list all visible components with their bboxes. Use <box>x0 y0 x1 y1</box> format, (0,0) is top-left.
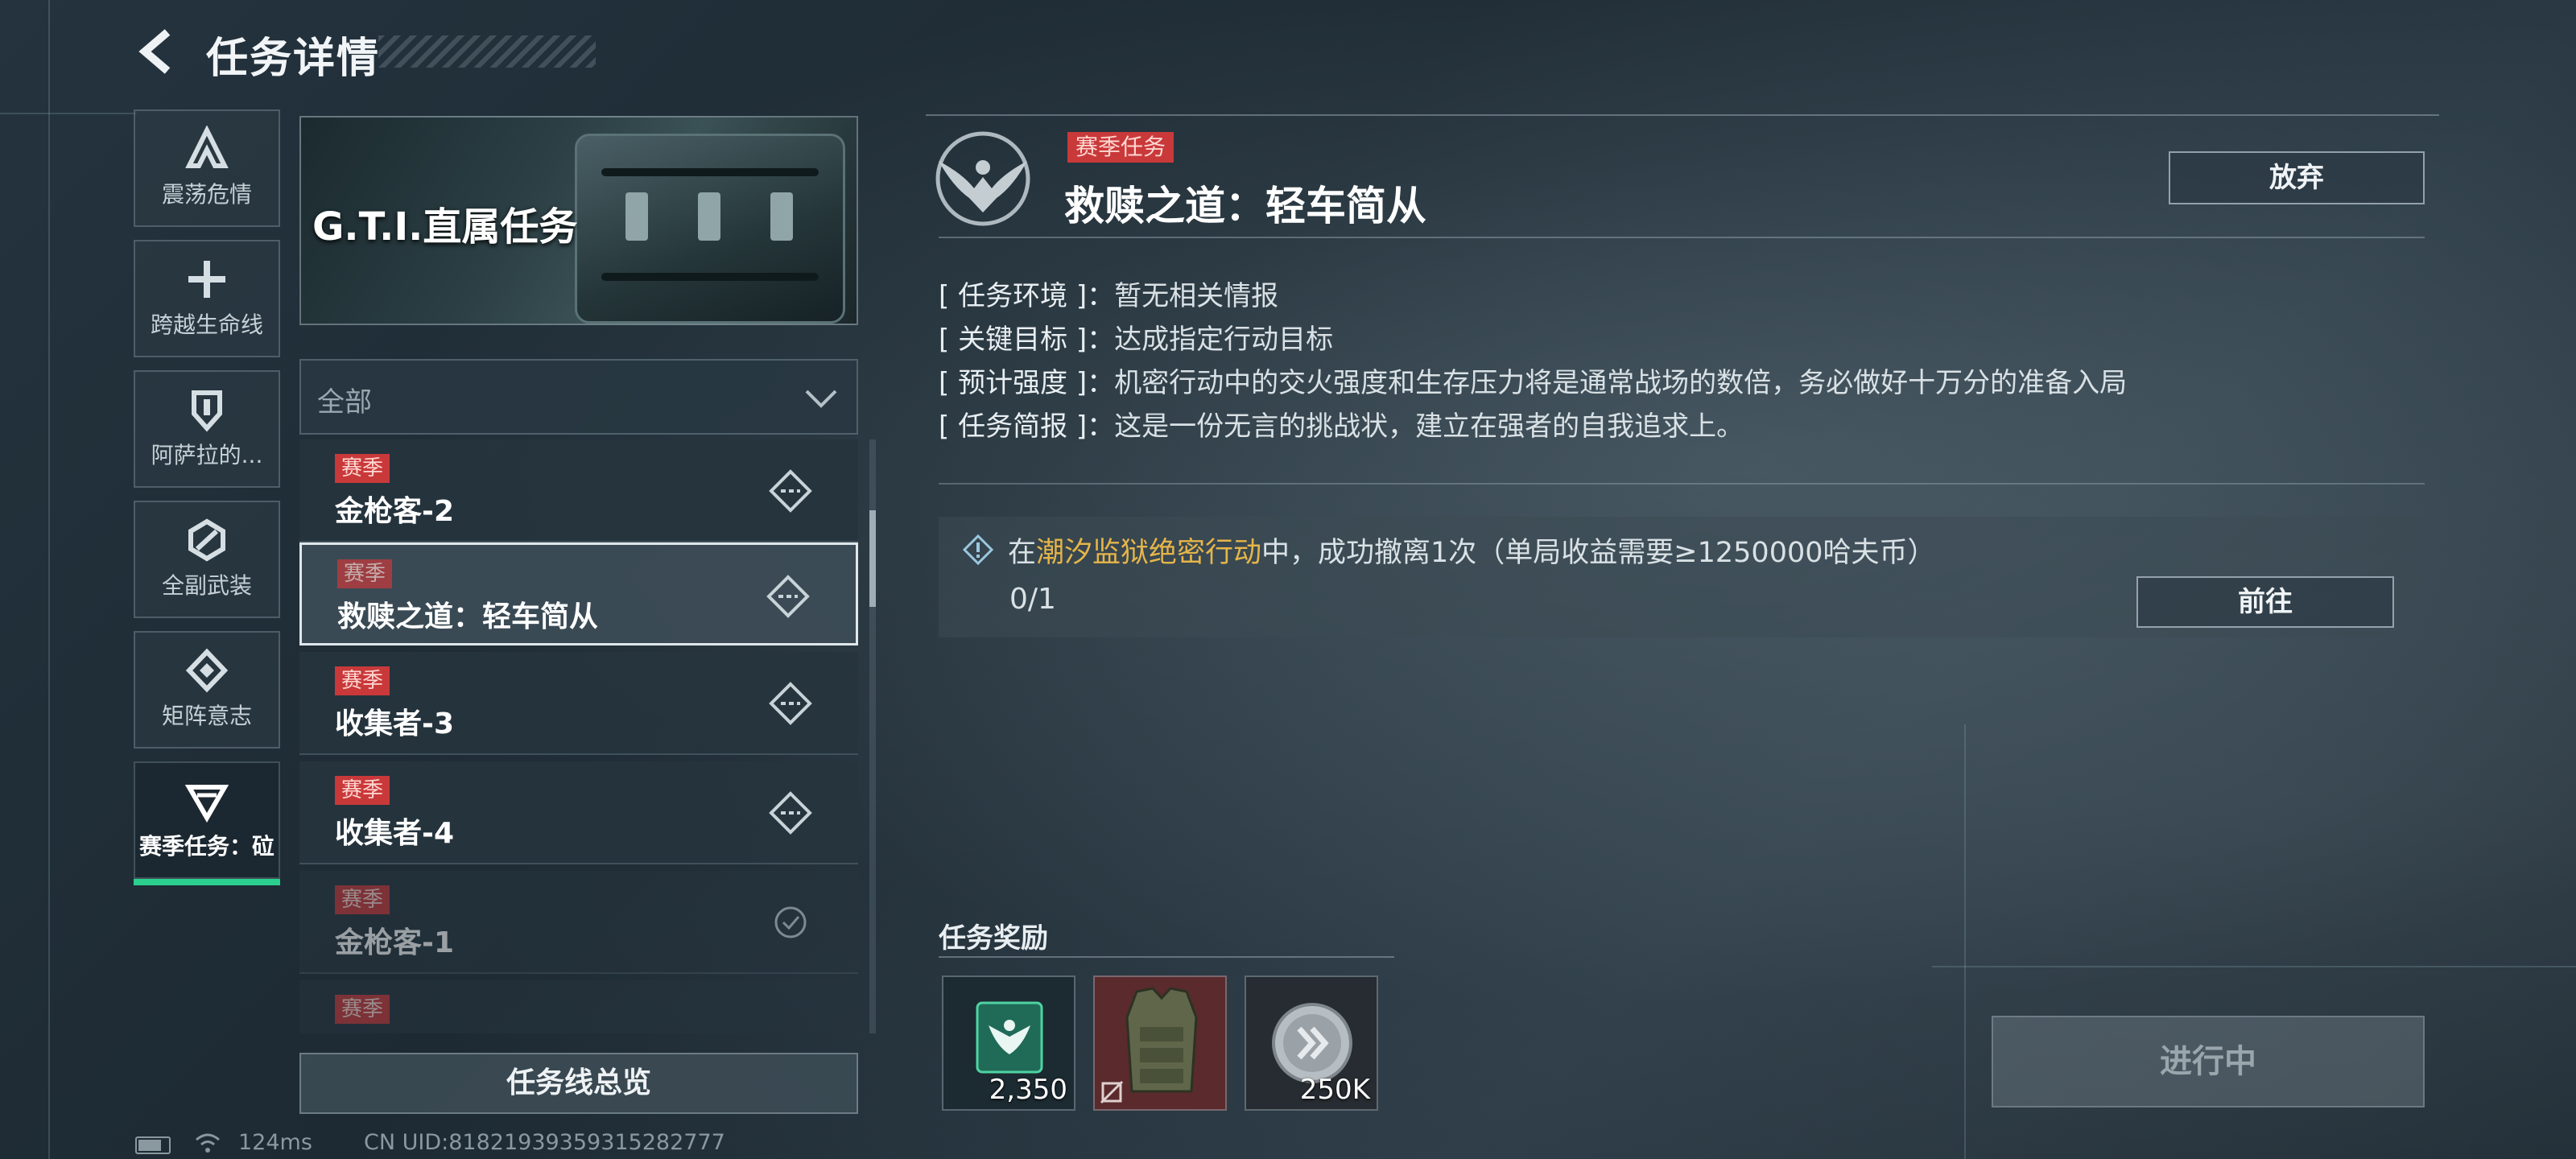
chevron-down-icon <box>805 390 837 408</box>
category-tab-season[interactable]: 赛季任务：砬 <box>134 761 280 885</box>
task-name: 收集者-3 <box>335 707 454 740</box>
task-name: 救赎之道：轻车简从 <box>337 600 599 633</box>
info-key: [ 任务简报 ]： <box>939 410 1115 443</box>
info-value: 机密行动中的交火强度和生存压力将是通常战场的数倍，务必做好十万分的准备入局 <box>1114 367 2128 399</box>
season-tag: 赛季 <box>337 559 393 588</box>
mission-title: 救赎之道：轻车简从 <box>1064 183 1426 229</box>
info-intensity: [ 预计强度 ]：机密行动中的交火强度和生存压力将是通常战场的数倍，务必做好十万… <box>939 361 2127 400</box>
hud-line <box>1964 724 1966 1159</box>
task-line-banner: G.T.I.直属任务 <box>299 116 858 325</box>
info-key: [ 任务环境 ]： <box>939 280 1115 312</box>
objective-suffix: 中，成功撤离1次（单局收益需要≥1250000哈夫币） <box>1261 537 1936 569</box>
back-arrow-icon[interactable] <box>132 27 180 76</box>
divider <box>939 956 1394 958</box>
info-key: [ 预计强度 ]： <box>939 367 1115 399</box>
season-tag: 赛季 <box>335 995 390 1024</box>
category-tab-3[interactable]: 阿萨拉的... <box>134 370 280 488</box>
filter-value: 全部 <box>317 386 372 419</box>
diamond-icon <box>185 648 229 693</box>
reward-item-3[interactable]: 250K <box>1245 975 1378 1111</box>
no-trade-icon <box>1100 1080 1124 1104</box>
season-task-tag: 赛季任务 <box>1067 132 1174 163</box>
task-item[interactable]: 赛季 金枪客-2 <box>299 439 858 542</box>
hud-line <box>1932 966 2576 967</box>
triangle-icon <box>184 785 229 823</box>
locate-icon <box>769 469 812 513</box>
task-name: 收集者-4 <box>335 817 454 850</box>
info-value: 这是一份无言的挑战状，建立在强者的自我追求上。 <box>1114 410 1744 443</box>
category-label: 阿萨拉的... <box>151 442 263 468</box>
locate-icon <box>769 791 812 835</box>
uid-text: CN UID:81821939359315282777 <box>364 1130 725 1155</box>
reward-item-1[interactable]: 2,350 <box>942 975 1075 1111</box>
rewards-title: 任务奖励 <box>939 922 1048 955</box>
divider <box>939 483 2425 485</box>
emblem-card-icon <box>976 1001 1043 1074</box>
title-decoration <box>378 35 596 68</box>
abandon-button[interactable]: 放弃 <box>2169 151 2425 204</box>
objective-prefix: 在 <box>1008 537 1037 569</box>
task-line-overview-button[interactable]: 任务线总览 <box>299 1053 858 1114</box>
category-label: 赛季任务：砬 <box>138 833 275 860</box>
shield-icon <box>192 390 222 432</box>
in-progress-button[interactable]: 进行中 <box>1992 1016 2425 1107</box>
season-tag: 赛季 <box>335 885 390 914</box>
banner-title: G.T.I.直属任务 <box>312 204 578 250</box>
check-icon <box>774 906 807 938</box>
objective-location: 潮汐监狱绝密行动 <box>1036 537 1262 569</box>
task-item[interactable]: 赛季 收集者-4 <box>299 761 858 864</box>
category-tab-4[interactable]: 全副武装 <box>134 501 280 618</box>
a-logo-icon <box>185 126 229 168</box>
objective-text: 在潮汐监狱绝密行动中，成功撤离1次（单局收益需要≥1250000哈夫币） <box>1008 530 1936 571</box>
divider <box>926 114 2439 116</box>
info-diamond-icon <box>963 534 993 565</box>
scrollbar-thumb[interactable] <box>869 510 876 607</box>
info-key: [ 关键目标 ]： <box>939 324 1115 356</box>
wifi-icon <box>196 1133 220 1153</box>
category-tab-5[interactable]: 矩阵意志 <box>134 631 280 749</box>
coin-icon <box>1272 1003 1352 1083</box>
season-tag: 赛季 <box>335 776 390 805</box>
reward-item-2[interactable] <box>1093 975 1227 1111</box>
category-label: 震荡危情 <box>161 181 252 208</box>
locate-icon <box>769 682 812 725</box>
task-name: 金枪客-2 <box>335 495 454 528</box>
page-title: 任务详情 <box>206 35 381 83</box>
info-environment: [ 任务环境 ]：暂无相关情报 <box>939 274 1278 313</box>
filter-dropdown[interactable]: 全部 <box>299 359 858 435</box>
info-value: 达成指定行动目标 <box>1114 324 1334 356</box>
category-label: 全副武装 <box>161 572 252 599</box>
category-tab-1[interactable]: 震荡危情 <box>134 109 280 227</box>
season-tag: 赛季 <box>335 666 390 695</box>
eagle-emblem-icon <box>935 131 1030 226</box>
info-brief: [ 任务简报 ]：这是一份无言的挑战状，建立在强者的自我追求上。 <box>939 404 1744 443</box>
info-key-goal: [ 关键目标 ]：达成指定行动目标 <box>939 317 1333 357</box>
task-list[interactable]: 赛季 金枪客-2 赛季 救赎之道：轻车简从 赛季 收集者-3 赛季 收集者-4 … <box>299 439 858 1033</box>
reward-quantity: 250K <box>1299 1074 1370 1106</box>
reward-quantity: 2,350 <box>989 1074 1067 1106</box>
body-armor-icon <box>1125 987 1198 1093</box>
plus-icon <box>188 261 225 298</box>
goto-button[interactable]: 前往 <box>2136 576 2394 628</box>
locate-icon <box>766 575 810 618</box>
task-item-completed[interactable]: 赛季 <box>299 980 858 1033</box>
info-value: 暂无相关情报 <box>1114 280 1279 312</box>
hud-line <box>0 113 137 114</box>
ping-text: 124ms <box>238 1130 312 1155</box>
category-label: 跨越生命线 <box>150 311 263 338</box>
category-tab-2[interactable]: 跨越生命线 <box>134 240 280 357</box>
task-item[interactable]: 赛季 收集者-3 <box>299 652 858 755</box>
divider <box>939 237 2425 238</box>
case-image <box>575 134 845 324</box>
hud-line <box>48 0 50 1159</box>
category-label: 矩阵意志 <box>161 703 252 729</box>
hexagon-icon <box>188 518 225 562</box>
objective-progress: 0/1 <box>1009 583 1056 616</box>
task-name: 金枪客-1 <box>335 926 454 959</box>
task-item-completed[interactable]: 赛季 金枪客-1 <box>299 871 858 974</box>
season-tag: 赛季 <box>335 454 390 483</box>
task-item-selected[interactable]: 赛季 救赎之道：轻车简从 <box>299 542 858 645</box>
battery-icon <box>135 1136 171 1154</box>
